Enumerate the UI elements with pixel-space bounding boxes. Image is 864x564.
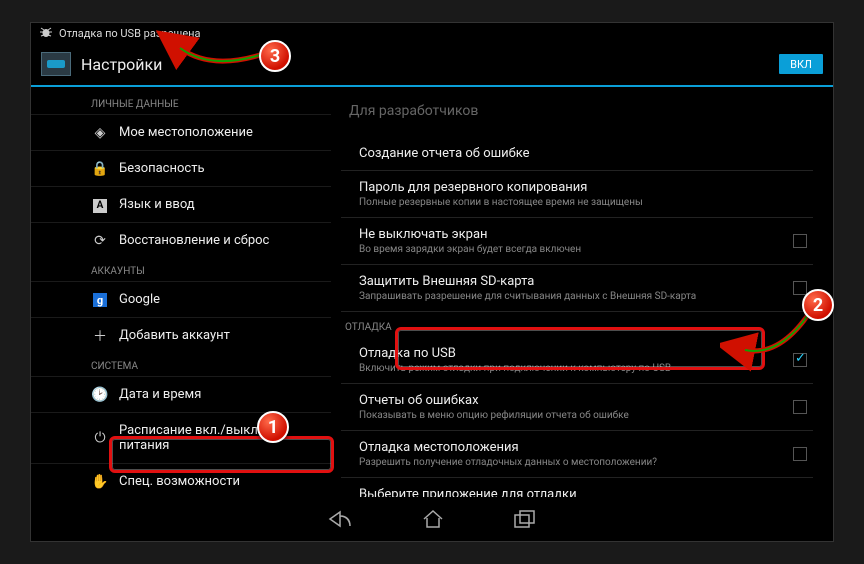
sidebar-item-location[interactable]: ◈ Мое местоположение [31,114,331,150]
title-bar: Настройки ВКЛ [31,43,833,87]
sidebar-item-label: Восстановление и сброс [119,233,269,248]
backup-icon: ⟳ [91,233,109,249]
device-frame: Отладка по USB разрешена Настройки ВКЛ Л… [30,22,834,542]
language-icon: A [91,196,109,213]
hand-icon: ✋ [91,474,109,490]
item-primary: Пароль для резервного копирования [359,180,773,195]
sidebar-item-add-account[interactable]: ＋ Добавить аккаунт [31,317,331,353]
checkbox-checked[interactable] [793,353,807,367]
sidebar-section-system: СИСТЕМА [31,353,331,376]
item-primary: Не выключать экран [359,227,773,242]
sidebar-item-label: Мое местоположение [119,125,253,140]
bug-icon [39,26,53,41]
master-toggle[interactable]: ВКЛ [779,54,823,74]
nav-home-button[interactable] [422,509,444,529]
item-select-debug-app[interactable]: Выберите приложение для отладки Приложен… [341,478,813,497]
nav-back-button[interactable] [326,509,352,529]
item-usb-debugging[interactable]: Отладка по USB Включить режим отладки пр… [341,337,813,384]
checkbox[interactable] [793,400,807,414]
item-secondary: Запрашивать разрешение для считывания да… [359,291,773,302]
sidebar-item-backup[interactable]: ⟳ Восстановление и сброс [31,222,331,258]
status-bar: Отладка по USB разрешена [31,23,833,43]
item-primary: Защитить Внешняя SD-карта [359,274,773,289]
page-title: Настройки [81,55,779,74]
item-secondary: Показывать в меню опцию рефиляции отчета… [359,410,773,421]
sidebar-item-language[interactable]: A Язык и ввод [31,186,331,222]
item-secondary: Включить режим отладки при подключении к… [359,363,773,374]
checkbox[interactable] [793,234,807,248]
item-stay-awake[interactable]: Не выключать экран Во время зарядки экра… [341,218,813,265]
sidebar-item-datetime[interactable]: 🕑 Дата и время [31,376,331,412]
item-primary: Отладка по USB [359,346,773,361]
item-protect-sd[interactable]: Защитить Внешняя SD-карта Запрашивать ра… [341,265,813,312]
sidebar-item-label: Язык и ввод [119,197,195,212]
plus-icon: ＋ [91,326,109,346]
sidebar-section-accounts: АККАУНТЫ [31,258,331,281]
content-body: ЛИЧНЫЕ ДАННЫЕ ◈ Мое местоположение 🔒 Без… [31,87,833,497]
sidebar-item-security[interactable]: 🔒 Безопасность [31,150,331,186]
item-backup-password[interactable]: Пароль для резервного копирования Полные… [341,171,813,218]
item-primary: Отчеты об ошибках [359,393,773,408]
sidebar-item-label: Расписание вкл./выкл. питания [119,423,311,453]
sidebar-item-label: Дата и время [119,387,201,402]
clock-icon: 🕑 [91,387,109,403]
sidebar-item-label: Спец. возможности [119,474,240,489]
item-bug-shortcut[interactable]: Отчеты об ошибках Показывать в меню опци… [341,384,813,431]
item-primary: Выберите приложение для отладки [359,487,773,497]
sidebar-item-google[interactable]: g Google [31,281,331,317]
location-icon: ◈ [91,125,109,141]
item-bugreport[interactable]: Создание отчета об ошибке [341,137,813,171]
settings-app-icon [41,52,71,76]
item-primary: Отладка местоположения [359,440,773,455]
sidebar-item-accessibility[interactable]: ✋ Спец. возможности [31,463,331,497]
power-icon: ⏻ [91,430,109,446]
google-icon: g [91,292,109,308]
sidebar-item-label: Безопасность [119,161,205,176]
checkbox[interactable] [793,447,807,461]
nav-recent-button[interactable] [514,510,538,528]
sidebar-section-personal: ЛИЧНЫЕ ДАННЫЕ [31,91,331,114]
lock-icon: 🔒 [91,161,109,177]
item-secondary: Полные резервные копии в настоящее время… [359,197,773,208]
main-title: Для разработчиков [341,87,813,137]
sidebar-item-power-schedule[interactable]: ⏻ Расписание вкл./выкл. питания [31,412,331,463]
main-panel: Для разработчиков Создание отчета об оши… [331,87,833,497]
item-primary: Создание отчета об ошибке [359,146,773,161]
sidebar-item-label: Добавить аккаунт [119,328,230,343]
item-secondary: Во время зарядки экран будет всегда вклю… [359,244,773,255]
main-section-debug: ОТЛАДКА [341,312,813,337]
sidebar-item-label: Google [119,292,160,307]
status-text: Отладка по USB разрешена [59,27,200,40]
item-mock-location[interactable]: Отладка местоположения Разрешить получен… [341,431,813,478]
navbar [31,497,833,541]
checkbox[interactable] [793,281,807,295]
sidebar: ЛИЧНЫЕ ДАННЫЕ ◈ Мое местоположение 🔒 Без… [31,87,331,497]
item-secondary: Разрешить получение отладочных данных о … [359,457,773,468]
